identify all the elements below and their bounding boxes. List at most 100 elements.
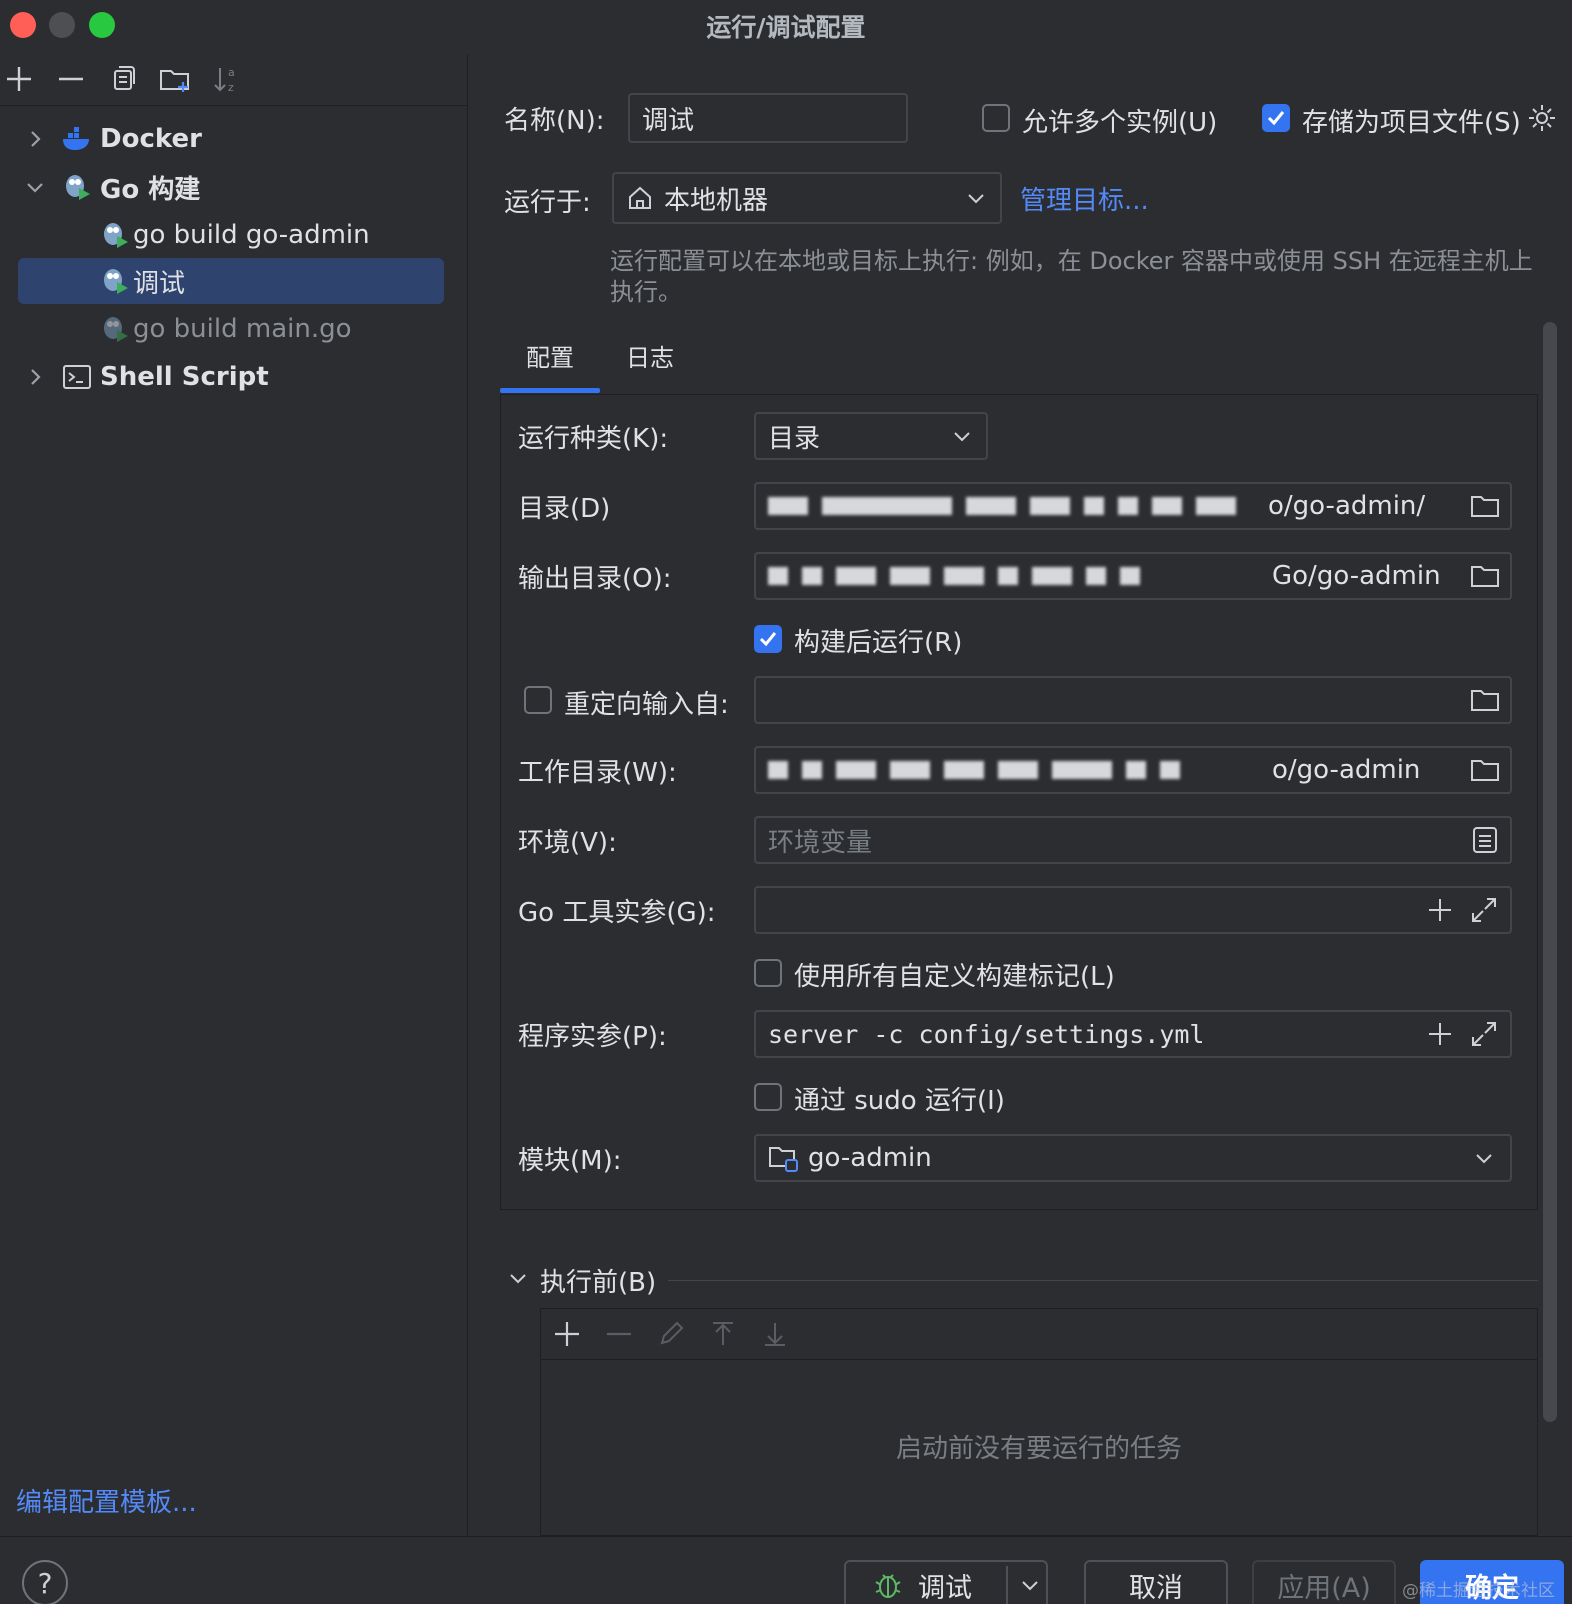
vertical-scrollbar[interactable] [1543,322,1557,1422]
tree-item-label: Go 构建 [100,174,201,205]
chevron-right-icon[interactable] [20,362,50,392]
working-dir-value: o/go-admin [1272,755,1421,785]
chevron-down-icon [1472,1146,1496,1170]
remove-icon[interactable] [54,62,88,96]
folder-icon[interactable] [1470,492,1500,520]
env-input[interactable]: 环境变量 [754,816,1512,864]
run-kind-value: 目录 [768,423,821,454]
store-as-file-label: 存储为项目文件(S) [1302,108,1521,138]
chevron-down-icon[interactable] [20,172,50,202]
collapse-chevron-icon[interactable] [504,1264,532,1294]
new-folder-icon[interactable] [158,62,192,96]
program-args-value: server -c config/settings.yml [768,1019,1205,1049]
go-tool-args-label: Go 工具实参(G): [518,898,716,928]
remove-icon[interactable] [604,1319,634,1349]
run-kind-label: 运行种类(K): [518,424,669,454]
redirect-input-label: 重定向输入自: [564,690,729,720]
use-all-tags-checkbox[interactable] [754,959,782,987]
tree-item-docker[interactable]: Docker [18,116,444,162]
name-value: 调试 [642,105,695,136]
add-icon[interactable] [1426,896,1454,924]
expand-icon[interactable] [1470,1020,1498,1048]
tree-item-label: 调试 [133,268,186,299]
go-tool-args-input[interactable] [754,886,1512,934]
apply-button[interactable]: 应用(A) [1252,1560,1396,1604]
help-icon[interactable]: ? [22,1560,68,1604]
program-args-label: 程序实参(P): [518,1022,667,1052]
chevron-right-icon[interactable] [20,124,50,154]
tab-config[interactable]: 配置 [526,338,574,373]
add-icon[interactable] [1426,1020,1454,1048]
tree-item-label: go build go-admin [133,220,370,250]
module-folder-icon [768,1143,800,1173]
run-after-build-label: 构建后运行(R) [794,628,963,658]
redirect-input-field[interactable] [754,676,1512,724]
output-dir-input[interactable]: Go/go-admin [754,552,1512,600]
tree-item-go-build-go-admin[interactable]: go build go-admin [18,212,444,258]
working-dir-input[interactable]: o/go-admin [754,746,1512,794]
sudo-checkbox[interactable] [754,1083,782,1111]
allow-multiple-checkbox[interactable] [982,104,1010,132]
tree-item-shell-script[interactable]: Shell Script [18,354,444,400]
run-kind-select[interactable]: 目录 [754,412,988,460]
add-icon[interactable] [552,1319,582,1349]
svg-text:a: a [228,66,235,79]
go-run-config-icon [100,220,130,250]
before-launch-title: 执行前(B) [540,1268,657,1298]
section-divider [668,1280,1538,1281]
store-as-file-checkbox[interactable] [1262,104,1290,132]
cancel-button[interactable]: 取消 [1084,1560,1228,1604]
run-on-select[interactable]: 本地机器 [612,172,1002,224]
gear-icon[interactable] [1526,102,1558,138]
debug-button-label: 调试 [918,1572,972,1604]
docker-icon [60,124,94,154]
redacted-path [768,567,1272,585]
debug-button[interactable]: 调试 [844,1560,1048,1604]
directory-input[interactable]: o/go-admin/ [754,482,1512,530]
working-dir-label: 工作目录(W): [518,758,677,788]
run-on-label: 运行于: [504,188,591,218]
watermark: @稀土掘金技术社区 [1402,1581,1555,1601]
redirect-input-checkbox[interactable] [524,686,552,714]
tree-item-go-build-main-go[interactable]: go build main.go [18,306,444,352]
edit-icon[interactable] [656,1319,686,1349]
use-all-tags-label: 使用所有自定义构建标记(L) [794,962,1115,992]
edit-templates-link[interactable]: 编辑配置模板... [16,1482,197,1519]
redacted-path [768,497,1268,515]
svg-text:z: z [228,81,234,94]
run-target-hint: 运行配置可以在本地或目标上执行: 例如，在 Docker 容器中或使用 SSH … [610,247,1533,306]
folder-icon[interactable] [1470,562,1500,590]
list-icon[interactable] [1472,826,1498,854]
redacted-path [768,761,1272,779]
copy-icon[interactable] [106,62,140,96]
tab-logs[interactable]: 日志 [626,338,674,373]
folder-icon[interactable] [1470,756,1500,784]
go-run-config-icon [100,314,130,344]
program-args-input[interactable]: server -c config/settings.yml [754,1010,1512,1058]
manage-targets-link[interactable]: 管理目标... [1020,180,1149,217]
name-label: 名称(N): [504,106,605,136]
split-divider [1006,1566,1008,1604]
env-placeholder: 环境变量 [768,827,873,858]
run-after-build-checkbox[interactable] [754,625,782,653]
footer-divider [0,1536,1572,1537]
sort-alphabetically-icon[interactable]: az [210,62,244,96]
tree-item-label: Docker [100,124,202,154]
add-icon[interactable] [2,62,36,96]
move-up-icon[interactable] [708,1319,738,1349]
move-down-icon[interactable] [760,1319,790,1349]
before-launch-empty-text: 启动前没有要运行的任务 [895,1434,1182,1464]
output-dir-label: 输出目录(O): [518,564,672,594]
directory-value: o/go-admin/ [1268,491,1426,521]
name-input[interactable]: 调试 [628,93,908,143]
expand-icon[interactable] [1470,896,1498,924]
chevron-down-icon [964,186,988,210]
tree-item-go-build[interactable]: Go 构建 [18,164,444,210]
bug-icon [872,1570,904,1600]
tree-item-label: Shell Script [100,362,269,392]
folder-icon[interactable] [1470,686,1500,714]
tree-item-debug[interactable]: 调试 [18,258,444,304]
module-select[interactable]: go-admin [754,1134,1512,1182]
module-label: 模块(M): [518,1146,622,1176]
chevron-down-icon[interactable] [1018,1573,1042,1597]
